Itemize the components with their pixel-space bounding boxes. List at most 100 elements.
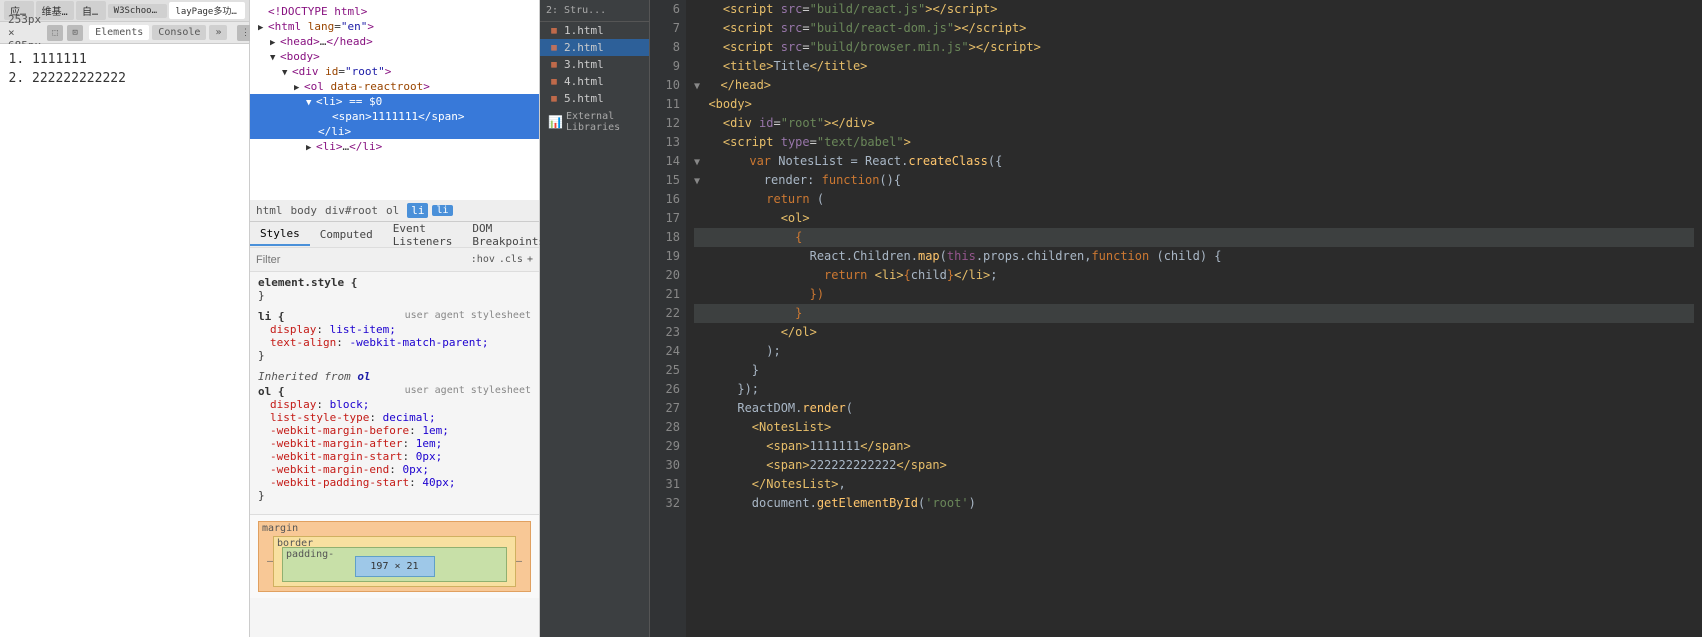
- tab-laypage[interactable]: layPage多功...: [169, 2, 245, 19]
- margin-label: margin: [262, 523, 298, 534]
- box-model-section: margin – border padding- 197 × 21 –: [250, 514, 539, 598]
- tab-维基堂[interactable]: 维基堂: [36, 1, 74, 20]
- code-line-8: <script src="build/browser.min.js"></scr…: [694, 38, 1694, 57]
- tree-span[interactable]: <span>1111111</span>: [250, 109, 539, 124]
- preview-list: 1111111 222222222222: [12, 52, 237, 86]
- code-line-20: return <li>{child}</li>;: [694, 266, 1694, 285]
- ol-prop-padding-start: -webkit-padding-start: 40px;: [258, 476, 531, 489]
- element-style-closing: }: [258, 289, 531, 302]
- tree-ol[interactable]: ▶<ol data-reactroot>: [250, 79, 539, 94]
- element-style-selector: element.style {: [258, 276, 531, 289]
- tree-html[interactable]: ▶<html lang="en">: [250, 19, 539, 34]
- box-content-size: 197 × 21: [355, 556, 435, 577]
- code-line-12: <div id="root"></div>: [694, 114, 1694, 133]
- code-line-9: <title>Title</title>: [694, 57, 1694, 76]
- margin-dash-right: –: [516, 556, 522, 567]
- structure-label: 2: Stru...: [546, 5, 606, 16]
- html-file-icon: ▦: [548, 25, 560, 37]
- ol-source: user agent stylesheet: [405, 385, 531, 396]
- file-name-1html: 1.html: [564, 24, 604, 37]
- add-filter[interactable]: +: [527, 254, 533, 265]
- tree-div-root[interactable]: ▼<div id="root">: [250, 64, 539, 79]
- breadcrumb-ol[interactable]: ol: [386, 204, 399, 217]
- more-tab[interactable]: »: [209, 25, 227, 40]
- file-item-5html[interactable]: ▦ 5.html: [540, 90, 649, 107]
- code-line-17: <ol>: [694, 209, 1694, 228]
- file-name-2html: 2.html: [564, 41, 604, 54]
- preview-item-2: 222222222222: [32, 71, 237, 86]
- li-source: user agent stylesheet: [405, 310, 531, 321]
- size-bar: 253px × 685px ⬚ ⊡ Elements Console » ⋮ ✕: [0, 22, 249, 44]
- filter-input[interactable]: [256, 254, 467, 266]
- ol-selector-row: ol { user agent stylesheet: [258, 385, 531, 398]
- code-line-18: {: [694, 228, 1694, 247]
- tree-li-selected[interactable]: ▼<li> == $0: [250, 94, 539, 109]
- ol-prop-margin-before: -webkit-margin-before: 1em;: [258, 424, 531, 437]
- tab-w3school[interactable]: W3Schoo...: [108, 4, 168, 18]
- breadcrumb-body[interactable]: body: [291, 204, 318, 217]
- tree-doctype[interactable]: <!DOCTYPE html>: [250, 4, 539, 19]
- device-icon[interactable]: ⊡: [67, 25, 83, 41]
- devtools-icons: ⬚ ⊡: [47, 25, 83, 41]
- file-item-2html[interactable]: ▦ 2.html: [540, 39, 649, 56]
- inherited-label: Inherited from ol: [258, 370, 531, 383]
- li-selector-row: li { user agent stylesheet: [258, 310, 531, 323]
- padding-label: padding-: [286, 549, 334, 560]
- tree-li-close[interactable]: </li>: [250, 124, 539, 139]
- tab-event-listeners[interactable]: Event Listeners: [383, 218, 463, 252]
- console-tab[interactable]: Console: [152, 25, 206, 40]
- styles-tab-bar: Styles Computed Event Listeners DOM Brea…: [250, 222, 539, 248]
- box-model-margin: margin – border padding- 197 × 21 –: [258, 521, 531, 592]
- code-line-14: ▼ var NotesList = React.createClass({: [694, 152, 1694, 171]
- tab-styles[interactable]: Styles: [250, 223, 310, 246]
- box-model-border: border padding- 197 × 21: [273, 536, 516, 587]
- code-editor: 6 7 8 9 10 11 12 13 14 15 16 17 18 19 20…: [650, 0, 1702, 637]
- inherited-from-tag[interactable]: ol: [357, 370, 370, 383]
- li-rule: li { user agent stylesheet display: list…: [258, 310, 531, 362]
- li-prop-text-align: text-align: -webkit-match-parent;: [258, 336, 531, 349]
- code-line-23: </ol>: [694, 323, 1694, 342]
- external-libraries-item[interactable]: 📊 External Libraries: [540, 107, 649, 137]
- file-item-4html[interactable]: ▦ 4.html: [540, 73, 649, 90]
- box-model-padding: padding- 197 × 21: [282, 547, 507, 582]
- tab-自度[interactable]: 自度: [76, 1, 106, 20]
- code-line-16: return (: [694, 190, 1694, 209]
- ol-prop-list-style: list-style-type: decimal;: [258, 411, 531, 424]
- breadcrumb-li[interactable]: li: [407, 203, 428, 218]
- code-line-15: ▼ render: function(){: [694, 171, 1694, 190]
- filter-bar: :hov .cls +: [250, 248, 539, 272]
- ext-libraries-label: External Libraries: [566, 111, 641, 133]
- file-name-4html: 4.html: [564, 75, 604, 88]
- html-file-icon-3: ▦: [548, 59, 560, 71]
- cls-filter[interactable]: .cls: [499, 254, 523, 265]
- code-line-25: }: [694, 361, 1694, 380]
- file-name-5html: 5.html: [564, 92, 604, 105]
- hov-filter[interactable]: :hov: [471, 254, 495, 265]
- li-prop-display: display: list-item;: [258, 323, 531, 336]
- file-tree-header: 2: Stru...: [540, 0, 649, 22]
- code-line-27: ReactDOM.render(: [694, 399, 1694, 418]
- ol-rule: ol { user agent stylesheet display: bloc…: [258, 385, 531, 502]
- code-line-26: });: [694, 380, 1694, 399]
- element-style-rule: element.style { }: [258, 276, 531, 302]
- inspect-icon[interactable]: ⬚: [47, 25, 63, 41]
- file-item-1html[interactable]: ▦ 1.html: [540, 22, 649, 39]
- code-line-13: <script type="text/babel">: [694, 133, 1694, 152]
- browser-preview-pane: 应用 维基堂 自度 W3Schoo... layPage多功... 253px …: [0, 0, 250, 637]
- code-line-22: }: [694, 304, 1694, 323]
- line-numbers: 6 7 8 9 10 11 12 13 14 15 16 17 18 19 20…: [650, 0, 686, 637]
- tree-head[interactable]: ▶<head>…</head>: [250, 34, 539, 49]
- ol-prop-margin-start: -webkit-margin-start: 0px;: [258, 450, 531, 463]
- elements-tab[interactable]: Elements: [89, 25, 149, 40]
- tree-body[interactable]: ▼<body>: [250, 49, 539, 64]
- breadcrumb-html[interactable]: html: [256, 204, 283, 217]
- code-line-28: <NotesList>: [694, 418, 1694, 437]
- breadcrumb-divroot[interactable]: div#root: [325, 204, 378, 217]
- code-line-19: React.Children.map(this.props.children,f…: [694, 247, 1694, 266]
- tab-computed[interactable]: Computed: [310, 224, 383, 245]
- tree-li-2[interactable]: ▶<li>…</li>: [250, 139, 539, 154]
- code-line-10: ▼ </head>: [694, 76, 1694, 95]
- file-item-3html[interactable]: ▦ 3.html: [540, 56, 649, 73]
- code-line-30: <span>222222222222</span>: [694, 456, 1694, 475]
- ol-prop-margin-end: -webkit-margin-end: 0px;: [258, 463, 531, 476]
